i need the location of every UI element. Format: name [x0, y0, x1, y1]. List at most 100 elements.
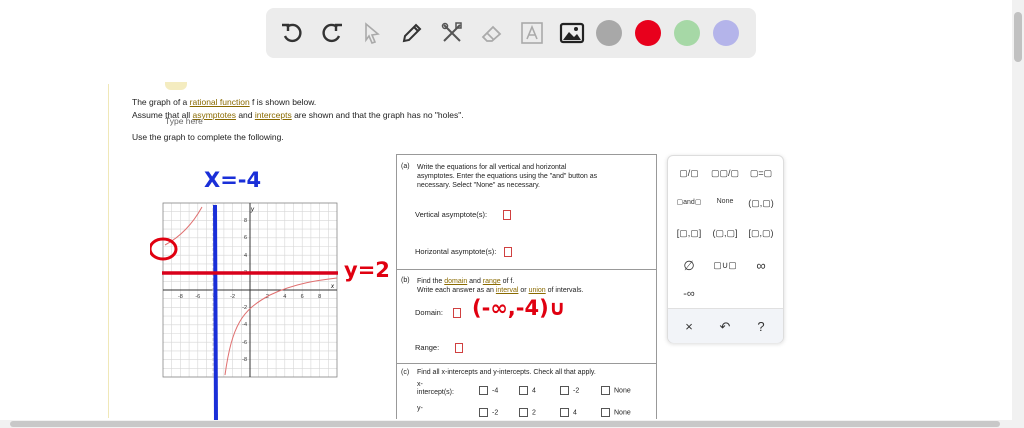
union-button[interactable]: ▢∪▢ — [708, 260, 742, 271]
x-tick-label: 4 — [283, 294, 286, 300]
x-option[interactable]: -2 — [560, 386, 579, 395]
rational-function-link[interactable]: rational function — [190, 97, 250, 107]
text: f is shown below. — [249, 97, 317, 107]
range-link[interactable]: range — [483, 278, 501, 285]
text: Write each answer as an interval or unio… — [417, 286, 583, 295]
y-option[interactable]: 2 — [519, 408, 536, 417]
checkbox[interactable] — [560, 408, 569, 417]
color-gray-swatch[interactable] — [596, 20, 622, 46]
collapse-tab[interactable] — [165, 82, 187, 90]
closed-interval-button[interactable]: [▢,▢] — [672, 228, 706, 239]
scrollbar-thumb[interactable] — [10, 421, 1000, 427]
horizontal-asymptote-row: Horizontal asymptote(s): — [415, 247, 513, 258]
type-here-overlay[interactable]: Type here — [165, 116, 203, 126]
divider — [397, 363, 656, 364]
help-button[interactable]: ? — [744, 319, 778, 334]
page-margin-line — [108, 84, 109, 418]
domain-input[interactable] — [453, 308, 462, 319]
and-button[interactable]: ▢and▢ — [672, 198, 706, 206]
text: of f. — [500, 278, 515, 285]
option-label: None — [614, 387, 631, 395]
text: asymptotes. Enter the equations using th… — [417, 173, 598, 180]
part-c-instructions: Find all x-intercepts and y-intercepts. … — [417, 369, 596, 376]
undo-button[interactable]: ↶ — [708, 319, 742, 335]
checkbox[interactable] — [601, 386, 610, 395]
eraser-icon[interactable] — [476, 17, 508, 49]
half-open-right-button[interactable]: (▢,▢] — [708, 228, 742, 239]
x-tick-label: -2 — [230, 294, 235, 300]
y-axis-label: y — [250, 207, 255, 213]
x-axis-label: x — [330, 284, 335, 290]
vertical-scrollbar[interactable] — [1012, 0, 1024, 428]
color-red-swatch[interactable] — [635, 20, 661, 46]
x-tick-label: 8 — [318, 294, 321, 300]
drawing-toolbar — [266, 8, 756, 58]
domain-row: Domain: — [415, 308, 462, 319]
divider — [397, 269, 656, 270]
text: and — [235, 110, 255, 120]
part-b-label: (b) — [401, 277, 410, 284]
part-a-instructions: Write the equations for all vertical and… — [417, 163, 597, 190]
horizontal-asymptote-input[interactable] — [504, 247, 513, 258]
part-a-label: (a) — [401, 163, 410, 170]
checkbox[interactable] — [479, 386, 488, 395]
option-label: 4 — [532, 387, 536, 395]
text: Find the domain and range of f. — [417, 277, 583, 286]
range-input[interactable] — [455, 343, 464, 354]
pen-icon[interactable] — [396, 17, 428, 49]
vertical-asymptote-input[interactable] — [503, 210, 512, 221]
open-interval-button[interactable]: (▢,▢) — [744, 198, 778, 209]
interval-link[interactable]: interval — [496, 287, 519, 294]
checkbox[interactable] — [601, 408, 610, 417]
x-option[interactable]: None — [601, 386, 631, 395]
option-label: None — [614, 409, 631, 417]
tools-icon[interactable] — [436, 17, 468, 49]
range-row: Range: — [415, 343, 464, 354]
image-icon[interactable] — [556, 17, 588, 49]
negative-infinity-button[interactable]: -∞ — [672, 288, 706, 300]
x-tick-label: -6 — [195, 294, 200, 300]
checkbox[interactable] — [519, 408, 528, 417]
vertical-asymptote-label: Vertical asymptote(s): — [415, 210, 488, 219]
y-tick-label: 4 — [244, 253, 247, 259]
y-option[interactable]: -2 — [479, 408, 498, 417]
intercepts-link[interactable]: intercepts — [255, 110, 292, 120]
option-label: 4 — [573, 409, 577, 417]
color-green-swatch[interactable] — [674, 20, 700, 46]
option-label: -4 — [492, 387, 499, 395]
checkbox[interactable] — [479, 408, 488, 417]
fraction-button[interactable]: ▢/▢ — [672, 168, 706, 179]
text: and — [467, 278, 483, 285]
handwritten-vertical-line — [213, 204, 218, 424]
domain-link[interactable]: domain — [444, 278, 467, 285]
x-option[interactable]: 4 — [519, 386, 536, 395]
union-link[interactable]: union — [529, 287, 546, 294]
color-purple-swatch[interactable] — [713, 20, 739, 46]
y-tick-label: 6 — [244, 235, 247, 241]
clear-button[interactable]: × — [672, 319, 706, 334]
none-button[interactable]: None — [708, 198, 742, 205]
half-open-left-button[interactable]: [▢,▢) — [744, 228, 778, 239]
checkbox[interactable] — [519, 386, 528, 395]
equals-button[interactable]: ▢=▢ — [744, 168, 778, 179]
redo-icon[interactable] — [316, 17, 348, 49]
option-label: -2 — [573, 387, 580, 395]
text-icon[interactable] — [516, 17, 548, 49]
option-label: -2 — [492, 409, 499, 417]
empty-set-button[interactable]: ∅ — [672, 258, 706, 274]
mixed-number-button[interactable]: ▢▢/▢ — [708, 168, 742, 179]
y-option[interactable]: 4 — [560, 408, 577, 417]
undo-icon[interactable] — [276, 17, 308, 49]
y-option[interactable]: None — [601, 408, 631, 417]
scrollbar-thumb[interactable] — [1014, 12, 1022, 62]
checkbox[interactable] — [560, 386, 569, 395]
handwritten-domain-answer: (-∞,-4)∪ — [472, 296, 566, 320]
horizontal-scrollbar[interactable] — [0, 420, 1012, 428]
function-graph: y x -8 -6 -4 -2 2 4 6 8 8 6 4 2 -2 -4 -6… — [150, 202, 338, 424]
horizontal-asymptote-label: Horizontal asymptote(s): — [415, 247, 497, 256]
text: are shown and that the graph has no "hol… — [291, 110, 464, 120]
domain-label: Domain: — [415, 308, 443, 317]
x-option[interactable]: -4 — [479, 386, 498, 395]
infinity-button[interactable]: ∞ — [744, 258, 778, 273]
pointer-icon[interactable] — [356, 17, 388, 49]
